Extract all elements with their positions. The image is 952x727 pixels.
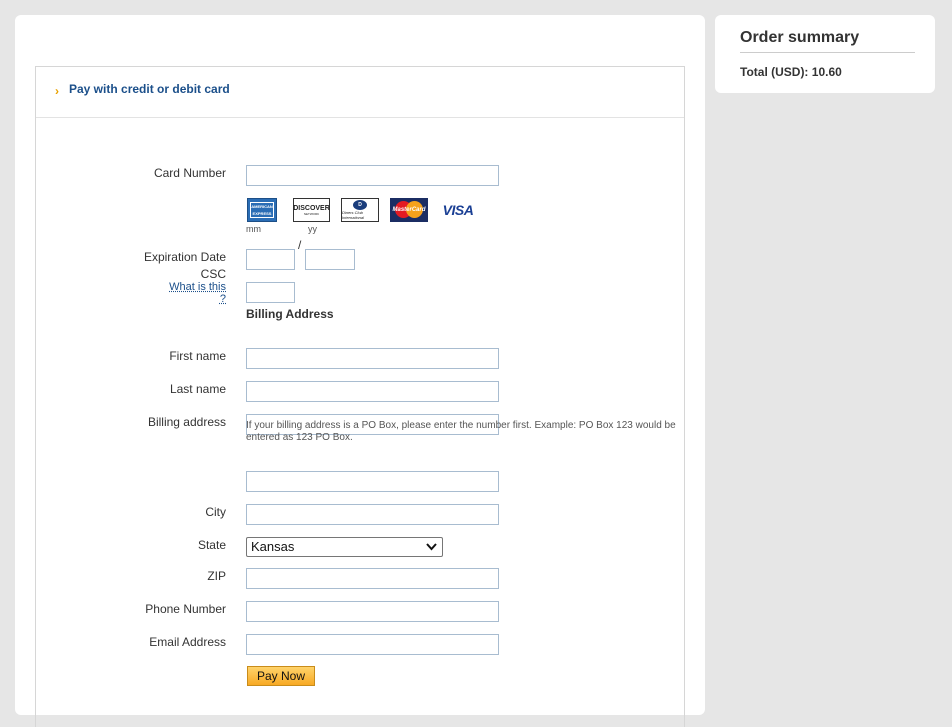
billing-address-label: Billing address [147, 415, 226, 429]
last-name-input[interactable] [246, 381, 499, 402]
expiration-month-input[interactable] [246, 249, 295, 270]
chevron-right-icon: › [55, 84, 59, 98]
expiration-date-label: Expiration Date [143, 250, 226, 264]
billing-address-heading: Billing Address [246, 307, 334, 321]
state-selected-value: Kansas [251, 539, 295, 554]
state-label: State [197, 538, 226, 552]
state-select[interactable]: Kansas [246, 537, 443, 557]
month-hint: mm [246, 224, 261, 234]
payment-method-header[interactable]: › Pay with credit or debit card [36, 67, 684, 118]
order-summary-panel: Order summary Total (USD): 10.60 [715, 15, 935, 93]
csc-help-link[interactable]: What is this ? [160, 281, 226, 305]
billing-address-help-text: If your billing address is a PO Box, ple… [246, 420, 676, 443]
discover-logo-icon: DISCOVER NETWORK [293, 198, 330, 222]
phone-number-input[interactable] [246, 601, 499, 622]
email-address-input[interactable] [246, 634, 499, 655]
year-hint: yy [308, 224, 317, 234]
payment-panel: › Pay with credit or debit card Card Num… [15, 15, 705, 727]
payment-method-title[interactable]: Pay with credit or debit card [69, 82, 230, 96]
payment-form: › Pay with credit or debit card Card Num… [35, 66, 685, 727]
order-total: Total (USD): 10.60 [740, 65, 842, 79]
card-number-input[interactable] [246, 165, 499, 186]
visa-logo-icon: VISA [442, 202, 474, 218]
mastercard-logo-icon: MasterCard [390, 198, 428, 222]
last-name-label: Last name [169, 382, 226, 396]
billing-address-line2-input[interactable] [246, 471, 499, 492]
zip-input[interactable] [246, 568, 499, 589]
csc-label: CSC [200, 267, 226, 281]
chevron-down-icon [426, 538, 437, 563]
amex-logo-icon: AMERICAN EXPRESS [247, 198, 277, 222]
pay-now-button[interactable]: Pay Now [247, 666, 315, 686]
diners-club-logo-icon: D Diners Club International [341, 198, 379, 222]
city-label: City [205, 505, 226, 519]
date-separator: / [298, 238, 302, 252]
phone-number-label: Phone Number [145, 602, 226, 616]
first-name-input[interactable] [246, 348, 499, 369]
first-name-label: First name [169, 349, 226, 363]
email-address-label: Email Address [149, 635, 226, 649]
order-summary-title: Order summary [740, 29, 915, 53]
card-number-label: Card Number [153, 166, 226, 180]
city-input[interactable] [246, 504, 499, 525]
zip-label: ZIP [207, 569, 226, 583]
csc-input[interactable] [246, 282, 295, 303]
expiration-year-input[interactable] [305, 249, 355, 270]
